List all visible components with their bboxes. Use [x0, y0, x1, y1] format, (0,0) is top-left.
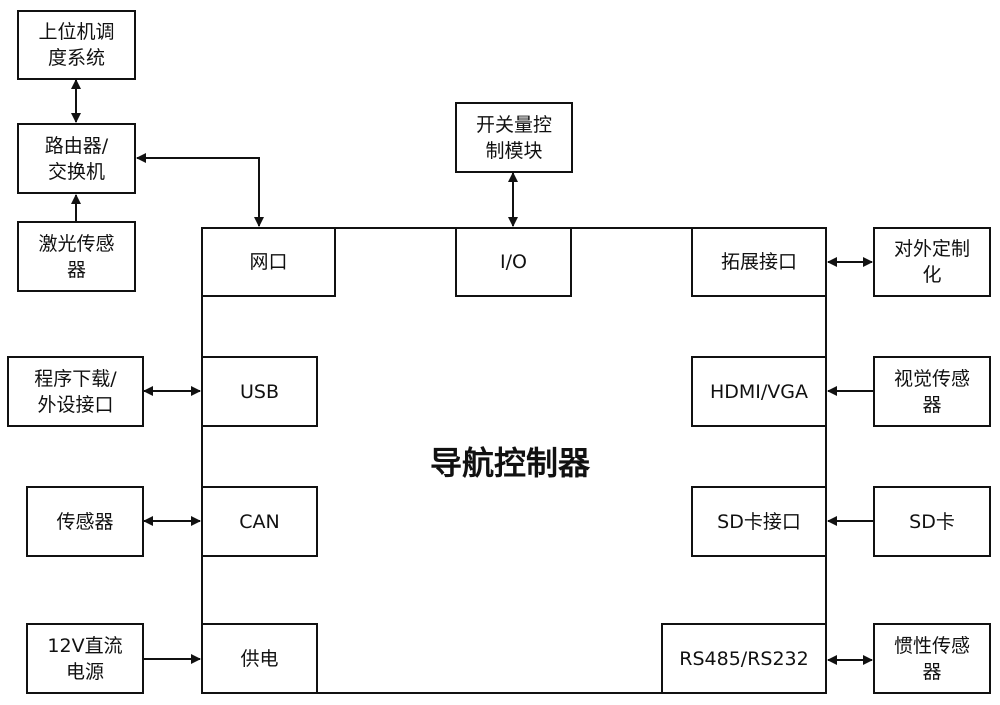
arrow-router-network: [136, 153, 264, 227]
connectors: [71, 79, 873, 665]
